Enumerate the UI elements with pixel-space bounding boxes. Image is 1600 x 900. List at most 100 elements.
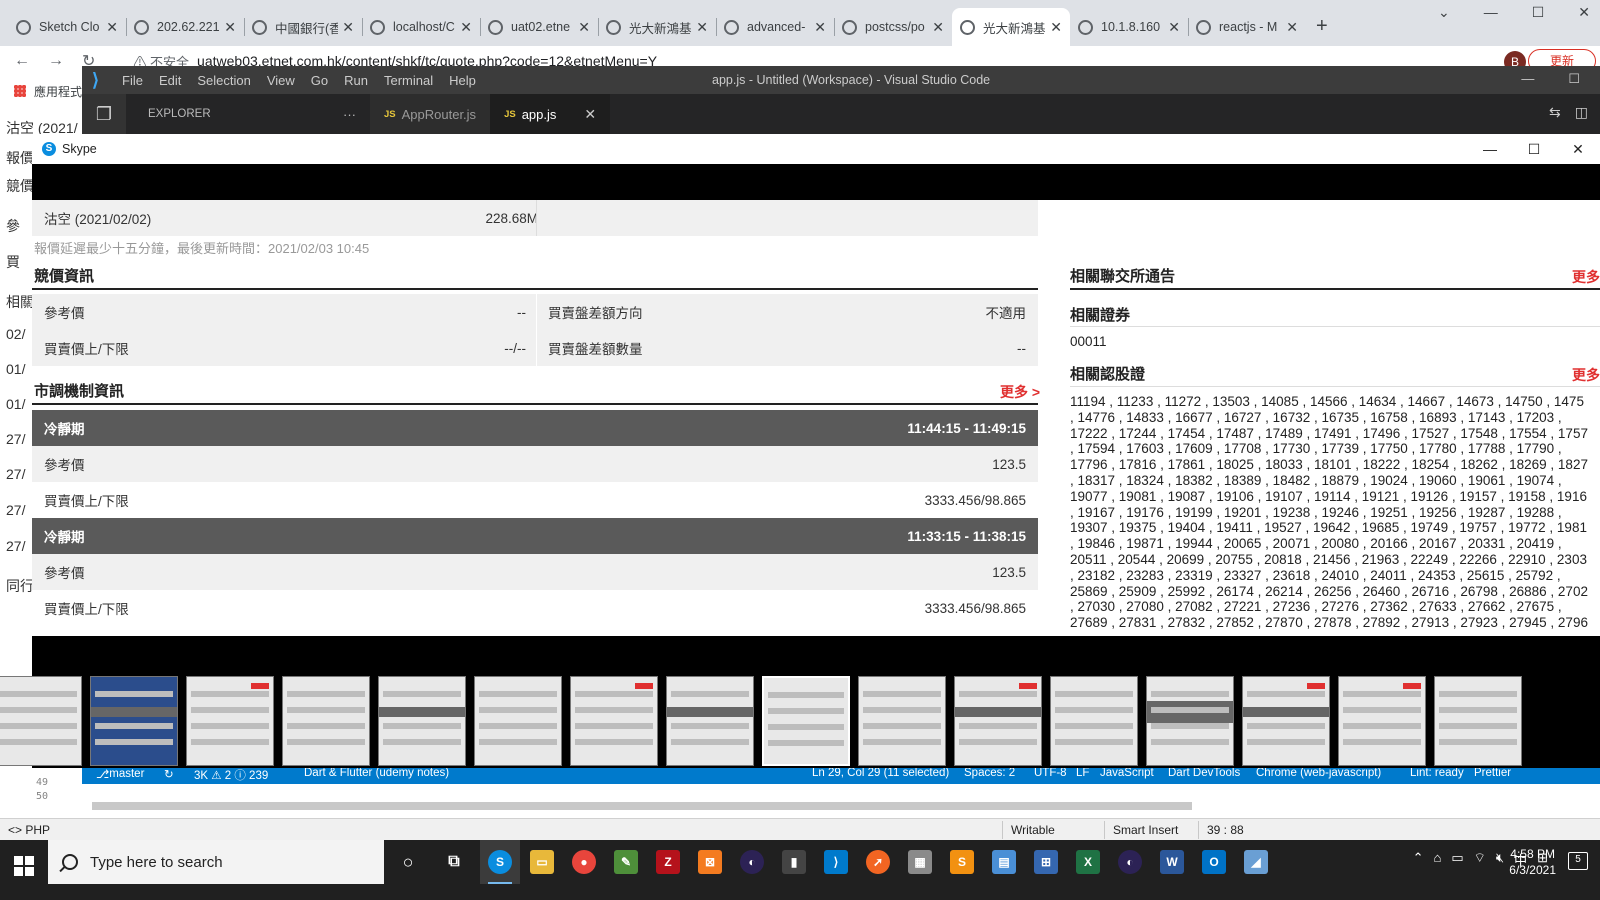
explorer-more-button[interactable]: ···: [326, 107, 370, 122]
tray-expand-icon[interactable]: ⌃: [1413, 850, 1424, 869]
eol-status[interactable]: LF: [1076, 767, 1089, 779]
language-mode[interactable]: JavaScript: [1100, 767, 1154, 779]
screen-thumbnail[interactable]: [762, 676, 850, 766]
terminal-icon[interactable]: ▮: [782, 850, 806, 874]
close-icon[interactable]: ✕: [106, 19, 118, 36]
sync-icon[interactable]: ↻: [164, 767, 174, 781]
indent-status[interactable]: Spaces: 2: [964, 767, 1015, 779]
related-warrants-more-link[interactable]: 更多: [1572, 365, 1600, 385]
editor-tab-app[interactable]: JS app.js ✕: [490, 94, 611, 134]
chrome-tab[interactable]: 202.62.221 ✕: [126, 8, 244, 46]
back-arrow-icon[interactable]: ←: [14, 52, 30, 70]
vscode-maximize-button[interactable]: ☐: [1568, 71, 1580, 87]
network-app-icon[interactable]: ⊞: [1034, 850, 1058, 874]
screen-thumbnail[interactable]: [186, 676, 274, 766]
php-language-label[interactable]: <> PHP: [0, 821, 58, 839]
insert-mode-status[interactable]: Smart Insert: [1104, 821, 1186, 839]
screen-thumbnail[interactable]: [1338, 676, 1426, 766]
notifications-icon[interactable]: 5: [1568, 852, 1588, 870]
new-tab-button[interactable]: +: [1306, 15, 1338, 46]
explorer-files-icon[interactable]: ❐: [82, 94, 126, 134]
problems-count[interactable]: 3K ⚠ 2 ⓘ 239: [194, 767, 268, 783]
skype-close-button[interactable]: ✕: [1556, 134, 1600, 164]
notepad-plus-icon[interactable]: ✎: [614, 850, 638, 874]
scrollbar-thumb[interactable]: [92, 802, 1192, 810]
vscode-menu-go[interactable]: Go: [311, 73, 328, 88]
close-icon[interactable]: ✕: [584, 106, 596, 123]
close-icon[interactable]: ✕: [1286, 19, 1298, 36]
skype-minimize-button[interactable]: —: [1468, 134, 1512, 164]
chrome-tab[interactable]: 中國銀行(香 ✕: [244, 8, 362, 46]
close-icon[interactable]: ✕: [814, 19, 826, 36]
related-warrant-codes[interactable]: 11194 , 11233 , 11272 , 13503 , 14085 , …: [1070, 394, 1600, 631]
screen-thumbnail[interactable]: [378, 676, 466, 766]
split-editor-icon[interactable]: ◫: [1575, 104, 1588, 121]
git-branch[interactable]: ⎇ master: [96, 767, 144, 781]
close-icon[interactable]: ✕: [932, 19, 944, 36]
screen-thumbnail[interactable]: [1146, 676, 1234, 766]
postman-icon[interactable]: ➚: [866, 850, 890, 874]
close-icon[interactable]: ✕: [1050, 19, 1062, 36]
exchange-notice-more-link[interactable]: 更多: [1572, 267, 1600, 287]
vscode-menu-help[interactable]: Help: [449, 73, 476, 88]
screen-thumbnail[interactable]: [0, 676, 82, 766]
screen-thumbnail[interactable]: [1434, 676, 1522, 766]
close-icon[interactable]: ✕: [224, 19, 236, 36]
project-name[interactable]: Dart & Flutter (udemy notes): [304, 767, 449, 779]
screen-thumbnail[interactable]: [1242, 676, 1330, 766]
calculator-icon[interactable]: ▤: [992, 850, 1016, 874]
close-icon[interactable]: ✕: [342, 19, 354, 36]
skype-maximize-button[interactable]: ☐: [1512, 134, 1556, 164]
chrome-tab[interactable]: postcss/po ✕: [834, 8, 952, 46]
chrome-tab[interactable]: reactjs - M ✕: [1188, 8, 1306, 46]
vscode-menu-view[interactable]: View: [267, 73, 295, 88]
vscode-menu-terminal[interactable]: Terminal: [384, 73, 433, 88]
screen-thumbnail[interactable]: [858, 676, 946, 766]
chrome-tab[interactable]: advanced- ✕: [716, 8, 834, 46]
chrome-tab[interactable]: Sketch Clo ✕: [8, 8, 126, 46]
bookmark-apps[interactable]: 應用程式: [34, 83, 82, 100]
taskbar-search-box[interactable]: Type here to search: [48, 840, 384, 884]
calendar-app-icon[interactable]: ▦: [908, 850, 932, 874]
chrome-close-button[interactable]: ✕: [1578, 4, 1590, 21]
chrome-tab[interactable]: localhost/C ✕: [362, 8, 480, 46]
lint-status[interactable]: Lint: ready: [1410, 767, 1464, 779]
skype-taskbar-icon[interactable]: S: [488, 850, 512, 874]
chrome-minimize-button[interactable]: —: [1484, 4, 1498, 21]
word-icon[interactable]: W: [1160, 850, 1184, 874]
chrome-maximize-button[interactable]: ☐: [1532, 4, 1545, 21]
vcm-more-link[interactable]: 更多 >: [1000, 382, 1040, 402]
chrome-tab-search-icon[interactable]: ⌄: [1438, 4, 1450, 21]
close-icon[interactable]: ✕: [578, 19, 590, 36]
vscode-menu-selection[interactable]: Selection: [197, 73, 250, 88]
close-icon[interactable]: ✕: [460, 19, 472, 36]
vscode-menu-file[interactable]: File: [122, 73, 143, 88]
vscode-menu-run[interactable]: Run: [344, 73, 368, 88]
screen-thumbnail[interactable]: [282, 676, 370, 766]
chrome-tab[interactable]: 光大新鴻基 ✕: [598, 8, 716, 46]
network-tray-icon[interactable]: ⌂: [1433, 850, 1441, 869]
wifi-tray-icon[interactable]: ⌔: [1474, 850, 1486, 869]
taskbar-clock[interactable]: 4:58 PM 6/3/2021: [1509, 846, 1556, 878]
encoding-status[interactable]: UTF-8: [1034, 767, 1067, 779]
editor-tab-approuter[interactable]: JS AppRouter.js: [370, 94, 491, 134]
xampp-icon[interactable]: ⊠: [698, 850, 722, 874]
screen-thumbnail[interactable]: [666, 676, 754, 766]
cortana-icon[interactable]: ○: [396, 850, 420, 874]
volume-muted-icon[interactable]: 🔇︎: [1496, 850, 1504, 869]
debug-target[interactable]: Chrome (web-javascript): [1256, 767, 1381, 779]
windows-start-icon[interactable]: [14, 856, 34, 876]
screen-thumbnail[interactable]: [570, 676, 658, 766]
related-security-code[interactable]: 00011: [1070, 334, 1107, 349]
screen-thumbnail[interactable]: [474, 676, 562, 766]
excel-icon[interactable]: X: [1076, 850, 1100, 874]
sublime-text-icon[interactable]: S: [950, 850, 974, 874]
chrome-tab[interactable]: 光大新鴻基 ✕: [952, 8, 1070, 46]
eclipse-second-icon[interactable]: ◐: [1118, 850, 1142, 874]
open-changes-icon[interactable]: ⇆: [1549, 104, 1561, 121]
forward-arrow-icon[interactable]: →: [48, 52, 64, 70]
dart-devtools[interactable]: Dart DevTools: [1168, 767, 1240, 779]
chrome-tab[interactable]: 10.1.8.160 ✕: [1070, 8, 1188, 46]
chrome-taskbar-icon[interactable]: ●: [572, 850, 596, 874]
apps-grid-icon[interactable]: [14, 85, 26, 97]
